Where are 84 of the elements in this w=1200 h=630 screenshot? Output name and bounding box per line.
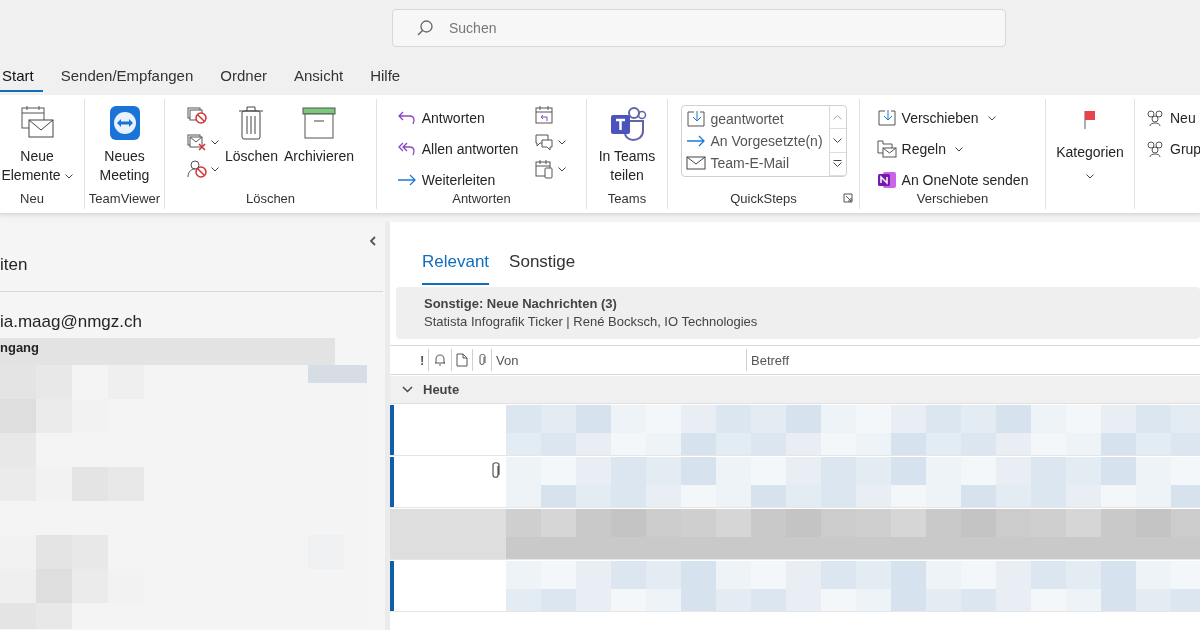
folder-item[interactable]: ngang (0, 338, 335, 365)
caret-icon (558, 166, 567, 172)
people-icon (1145, 140, 1165, 158)
group-label: Löschen (245, 191, 296, 208)
ribbon-button[interactable]: Antworten (396, 107, 519, 129)
column-header[interactable]: ! (420, 349, 429, 371)
search-icon (416, 19, 434, 37)
ribbon-icon-button[interactable] (187, 132, 219, 152)
document-icon[interactable] (456, 353, 468, 367)
reply-icon (396, 110, 417, 126)
ribbon-icon-button[interactable] (534, 159, 567, 179)
ribbon-tab[interactable]: Start (0, 64, 43, 92)
inbox-tab[interactable]: Relevant (422, 252, 490, 285)
new-mail-icon (19, 105, 55, 141)
ribbon-button[interactable]: An OneNote senden (876, 169, 1029, 191)
caret-icon (211, 166, 219, 172)
mail-icon (685, 154, 706, 173)
caret-icon (211, 139, 219, 145)
ribbon-tab[interactable]: Senden/Empfangen (58, 64, 203, 92)
pane-heading: iten (0, 255, 29, 276)
account-name[interactable]: ia.maag@nmgz.ch (0, 292, 385, 338)
ribbon-button[interactable]: Weiterleiten (396, 169, 519, 191)
ribbon-icon-button[interactable] (534, 132, 567, 152)
group-header[interactable]: Heute (390, 376, 1200, 404)
dialog-launcher-icon[interactable] (843, 193, 853, 203)
categories-button[interactable]: Kategorien (1056, 101, 1124, 179)
share-to-teams-button[interactable]: In Teams teilen (592, 101, 662, 185)
group-label: Neu (20, 191, 44, 208)
block-sender-icon (187, 160, 207, 178)
cleanup-icon (187, 133, 207, 151)
banner-title: Sonstige: Neue Nachrichten (3) (424, 296, 618, 311)
banner-text: Statista Infografik Ticker | René Bocksch, IO Technologies (424, 314, 759, 329)
more-icon (833, 160, 842, 168)
chevron-up-icon (833, 114, 842, 120)
calendar-reply-icon (534, 105, 555, 125)
archive-button[interactable]: Archivieren (283, 101, 354, 166)
column-header[interactable]: Betreff (747, 349, 790, 371)
paperclip-icon[interactable] (477, 353, 487, 367)
ribbon-button[interactable]: Grup (1145, 138, 1200, 160)
caret-icon (558, 139, 567, 145)
ribbon-tab[interactable]: Ordner (218, 64, 276, 92)
chat-icon (534, 132, 555, 152)
ribbon-tab[interactable]: Ansicht (292, 64, 353, 92)
notification-banner[interactable]: Sonstige: Neue Nachrichten (3) Statista Infografik Ticker | René Bocksch, IO Technologies (396, 287, 1200, 339)
collapse-icon[interactable] (369, 236, 377, 246)
new-meeting-button[interactable]: Neues Meeting (94, 101, 155, 185)
new-items-button[interactable]: Neue Elemente (0, 101, 75, 185)
ribbon-button[interactable]: Allen antworten (396, 138, 519, 160)
trash-icon (237, 105, 266, 141)
group-label: Antworten (452, 191, 511, 208)
quickstep-item[interactable]: An Vorgesetzte(n) (685, 130, 825, 152)
caret-icon (987, 115, 996, 121)
people-icon (1145, 109, 1165, 127)
quickstep-item[interactable]: geantwortet (685, 108, 825, 130)
group-label: Teams (607, 191, 647, 208)
chevron-down-icon (833, 138, 842, 143)
inbox-tab[interactable]: Sonstige (509, 252, 576, 285)
group-label: Verschieben (916, 191, 989, 208)
search-field[interactable]: Suchen (392, 9, 1006, 47)
ribbon-button[interactable]: Verschieben (876, 107, 1029, 129)
rules-icon (876, 140, 897, 158)
move-to-folder-icon (685, 109, 706, 128)
calendar-phone-icon (534, 159, 555, 179)
forward-icon (396, 172, 417, 188)
onenote-icon (876, 170, 897, 190)
delete-button[interactable]: Löschen (225, 101, 278, 166)
quickstep-item[interactable]: Team-E-Mail (685, 152, 825, 174)
ribbon-button[interactable]: Neu (1145, 107, 1200, 129)
column-header[interactable]: Von (492, 349, 747, 371)
caret-icon (954, 146, 963, 152)
group-label: TeamViewer (88, 191, 161, 208)
move-to-folder-icon (876, 109, 897, 127)
group-label: QuickSteps (730, 191, 797, 208)
flag-icon (1082, 109, 1098, 131)
ribbon-button[interactable]: Regeln (876, 138, 1029, 160)
reply-all-icon (396, 141, 417, 157)
bell-icon[interactable] (433, 353, 447, 367)
caret-icon (64, 173, 73, 179)
caret-icon (1086, 174, 1094, 179)
ribbon-tab[interactable]: Hilfe (368, 64, 410, 92)
archive-box-icon (300, 105, 337, 141)
ribbon-icon-button[interactable] (187, 159, 219, 179)
ignore-icon (187, 106, 207, 124)
chevron-icon (402, 386, 413, 393)
